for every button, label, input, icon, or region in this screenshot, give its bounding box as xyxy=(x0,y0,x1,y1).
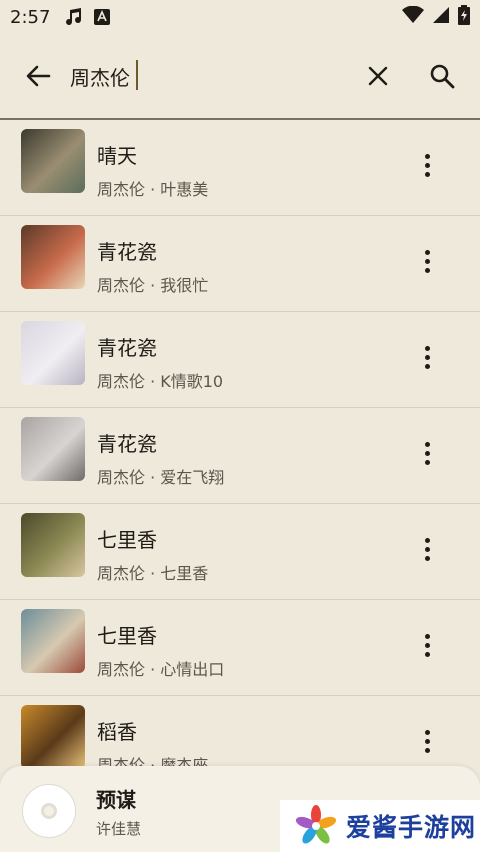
song-title: 青花瓷 xyxy=(97,336,157,360)
status-time: 2:57 xyxy=(10,6,51,28)
search-icon xyxy=(430,64,455,89)
now-playing-artist: 许佳慧 xyxy=(96,820,142,838)
song-title: 七里香 xyxy=(97,624,157,648)
album-cover xyxy=(21,417,85,481)
search-input[interactable] xyxy=(70,56,340,96)
more-options-button[interactable] xyxy=(412,244,442,278)
close-icon xyxy=(368,66,388,86)
song-title: 七里香 xyxy=(97,528,157,552)
search-button[interactable] xyxy=(426,60,458,92)
signal-icon xyxy=(432,6,450,29)
song-row[interactable]: 七里香 周杰伦 · 七里香 xyxy=(0,504,480,600)
song-row[interactable]: 七里香 周杰伦 · 心情出口 xyxy=(0,600,480,696)
status-indicators xyxy=(402,4,470,30)
song-subtitle: 周杰伦 · 叶惠美 xyxy=(97,180,209,199)
wifi-icon xyxy=(402,5,424,29)
more-options-button[interactable] xyxy=(412,148,442,182)
song-title: 青花瓷 xyxy=(97,240,157,264)
song-subtitle: 周杰伦 · 心情出口 xyxy=(97,660,225,679)
text-cursor xyxy=(136,60,138,90)
more-options-button[interactable] xyxy=(412,628,442,662)
back-button[interactable] xyxy=(22,60,54,92)
watermark: 爱酱手游网 xyxy=(280,800,480,852)
music-note-icon xyxy=(64,7,84,27)
pinwheel-logo-icon xyxy=(294,804,338,848)
search-bar xyxy=(0,34,480,118)
song-subtitle: 周杰伦 · K情歌10 xyxy=(97,372,224,391)
app-notification-icon xyxy=(94,9,111,25)
more-options-button[interactable] xyxy=(412,532,442,566)
album-cover xyxy=(21,129,85,193)
more-options-button[interactable] xyxy=(412,340,442,374)
album-cover xyxy=(21,321,85,385)
album-cover xyxy=(21,609,85,673)
song-title: 晴天 xyxy=(97,144,137,168)
more-options-button[interactable] xyxy=(412,724,442,758)
now-playing-title: 预谋 xyxy=(96,788,136,812)
disc-icon xyxy=(22,784,76,838)
clear-button[interactable] xyxy=(362,60,394,92)
arrow-back-icon xyxy=(26,65,51,87)
more-options-button[interactable] xyxy=(412,436,442,470)
song-subtitle: 周杰伦 · 七里香 xyxy=(97,564,209,583)
album-cover xyxy=(21,513,85,577)
song-title: 稻香 xyxy=(97,720,137,744)
watermark-text: 爱酱手游网 xyxy=(346,813,477,842)
album-cover xyxy=(21,225,85,289)
status-bar: 2:57 xyxy=(0,0,480,34)
album-cover xyxy=(21,705,85,769)
song-title: 青花瓷 xyxy=(97,432,157,456)
search-results-list: 晴天 周杰伦 · 叶惠美 青花瓷 周杰伦 · 我很忙 青花瓷 周杰伦 · K情歌… xyxy=(0,120,480,792)
battery-icon xyxy=(458,4,470,30)
song-row[interactable]: 青花瓷 周杰伦 · K情歌10 xyxy=(0,312,480,408)
song-row[interactable]: 青花瓷 周杰伦 · 爱在飞翔 xyxy=(0,408,480,504)
song-subtitle: 周杰伦 · 爱在飞翔 xyxy=(97,468,225,487)
song-subtitle: 周杰伦 · 我很忙 xyxy=(97,276,209,295)
song-row[interactable]: 青花瓷 周杰伦 · 我很忙 xyxy=(0,216,480,312)
song-row[interactable]: 晴天 周杰伦 · 叶惠美 xyxy=(0,120,480,216)
